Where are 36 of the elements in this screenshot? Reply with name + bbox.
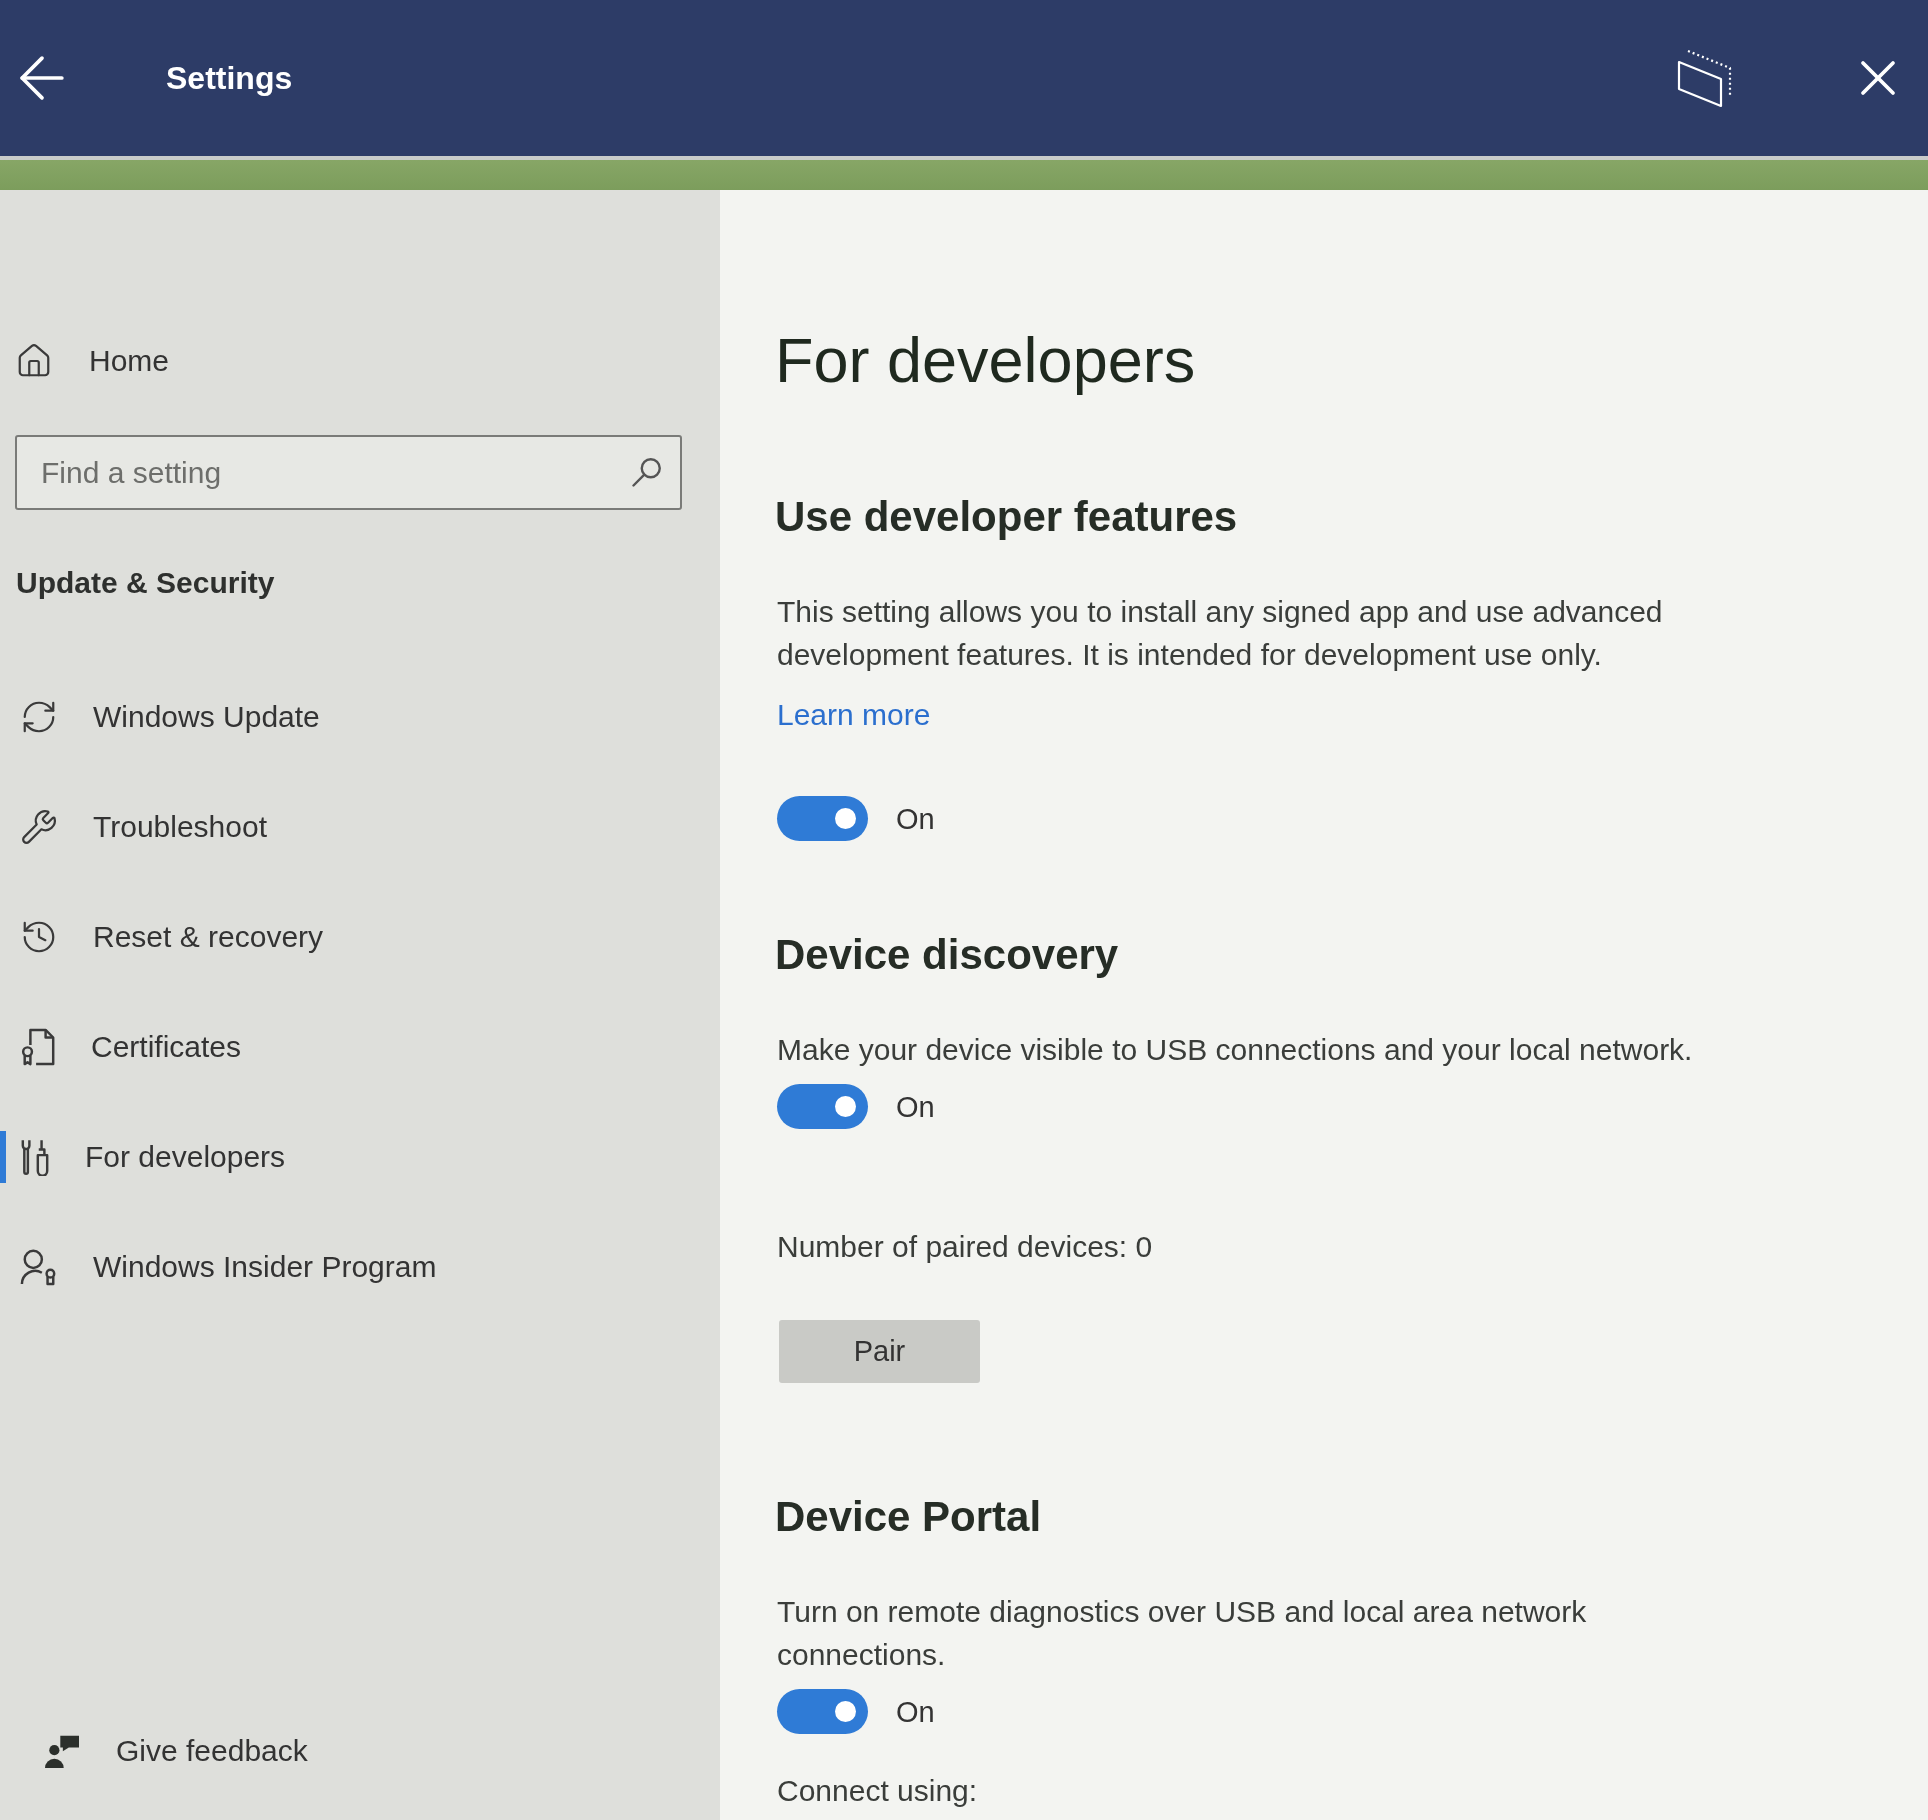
feedback-icon [45,1734,79,1768]
follow-button[interactable] [1676,47,1734,109]
connect-using-label: Connect using: [777,1773,978,1809]
nav-item[interactable]: Troubleshoot [0,801,277,853]
toggle-state-label: On [896,801,935,837]
certificate-icon [20,1028,56,1066]
nav-item[interactable]: Certificates [0,1021,252,1073]
section-heading: Device Portal [775,1492,1042,1542]
toggle-state-label: On [896,1089,935,1125]
toggle-state-label: On [896,1694,935,1730]
tilted-frame-icon [1676,47,1734,109]
pair-button[interactable]: Pair [779,1320,980,1383]
toggle-switch[interactable] [777,796,868,841]
section-heading: Device discovery [775,930,1119,980]
page-title: For developers [775,324,1196,396]
nav-item[interactable]: Reset & recovery [0,911,334,963]
nav-item[interactable]: Windows Update [0,691,330,743]
search-field[interactable]: Find a setting [15,435,682,510]
home-link[interactable]: Home [15,333,178,389]
section-heading: Use developer features [775,492,1238,542]
person-badge-icon [20,1248,58,1286]
learn-more-link[interactable]: Learn more [777,695,931,735]
section-description: Turn on remote diagnostics over USB and local area network connections. [777,1594,1588,1673]
section-description: Make your device visible to USB connections and your local network. [777,1032,1693,1068]
toggle-switch[interactable] [777,1084,868,1129]
search-icon [632,457,662,487]
feedback-link[interactable]: Give feedback [45,1723,316,1779]
nav-item[interactable]: Windows Insider Program [0,1241,447,1293]
section-title: Update & Security [16,565,275,601]
section-description: This setting allows you to install any signed app and use advanced development features. It is intended for development use only. [777,594,1664,673]
tools-icon [20,1138,50,1176]
wrench-icon [20,808,58,846]
toggle-switch[interactable] [777,1689,868,1734]
nav-item[interactable]: For developers [0,1131,296,1183]
paired-devices-count: Number of paired devices: 0 [777,1229,1153,1265]
window-title: Settings [166,59,293,98]
